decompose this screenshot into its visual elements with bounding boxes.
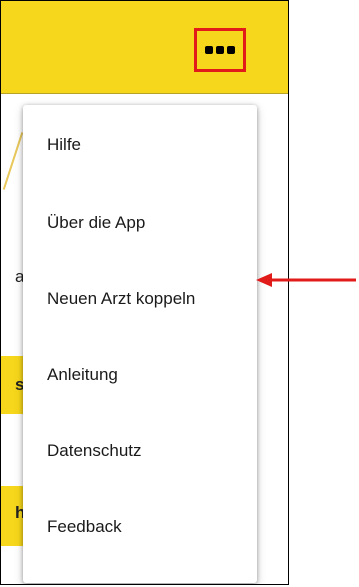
arrow-left-icon (256, 273, 356, 287)
phone-screen: a s h Hilfe Über die App Neuen Arzt kopp… (0, 0, 289, 585)
menu-item-anleitung[interactable]: Anleitung (23, 337, 257, 413)
more-dot (216, 46, 224, 54)
app-bar (1, 1, 288, 94)
more-dot (227, 46, 235, 54)
more-horizontal-icon (205, 46, 213, 54)
menu-item-datenschutz[interactable]: Datenschutz (23, 413, 257, 489)
menu-item-hilfe[interactable]: Hilfe (23, 105, 257, 185)
menu-item-neuen-arzt-koppeln[interactable]: Neuen Arzt koppeln (23, 261, 257, 337)
menu-item-feedback[interactable]: Feedback (23, 489, 257, 565)
menu-item-ueber-die-app[interactable]: Über die App (23, 185, 257, 261)
overflow-menu: Hilfe Über die App Neuen Arzt koppeln An… (23, 105, 257, 583)
more-options-button[interactable] (194, 28, 246, 72)
background-decoration (2, 132, 24, 190)
